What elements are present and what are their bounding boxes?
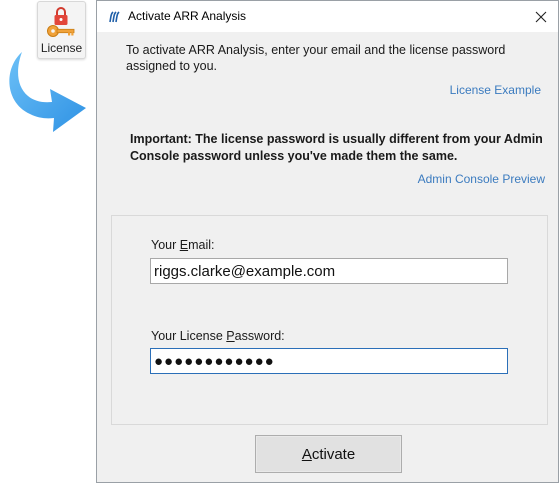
email-label: Your Email:: [151, 238, 215, 252]
lock-key-icon: [47, 7, 75, 37]
title-bar: Activate ARR Analysis: [97, 1, 558, 32]
app-logo-icon: [109, 11, 120, 23]
password-field[interactable]: [150, 348, 508, 374]
activate-dialog: Activate ARR Analysis To activate ARR An…: [96, 0, 559, 483]
email-field[interactable]: [150, 258, 508, 284]
license-example-link[interactable]: License Example: [450, 83, 541, 97]
close-button[interactable]: [524, 1, 558, 32]
intro-text: To activate ARR Analysis, enter your ema…: [126, 43, 506, 73]
close-icon: [535, 11, 547, 22]
admin-console-preview-link[interactable]: Admin Console Preview: [418, 172, 545, 186]
important-notice: Important: The license password is usual…: [130, 132, 543, 163]
credentials-panel: Your Email: Your License Password:: [111, 215, 548, 425]
window-title: Activate ARR Analysis: [128, 9, 247, 23]
password-label: Your License Password:: [151, 329, 285, 343]
activate-button[interactable]: Activate: [255, 435, 402, 473]
curved-arrow-icon: [9, 52, 86, 132]
